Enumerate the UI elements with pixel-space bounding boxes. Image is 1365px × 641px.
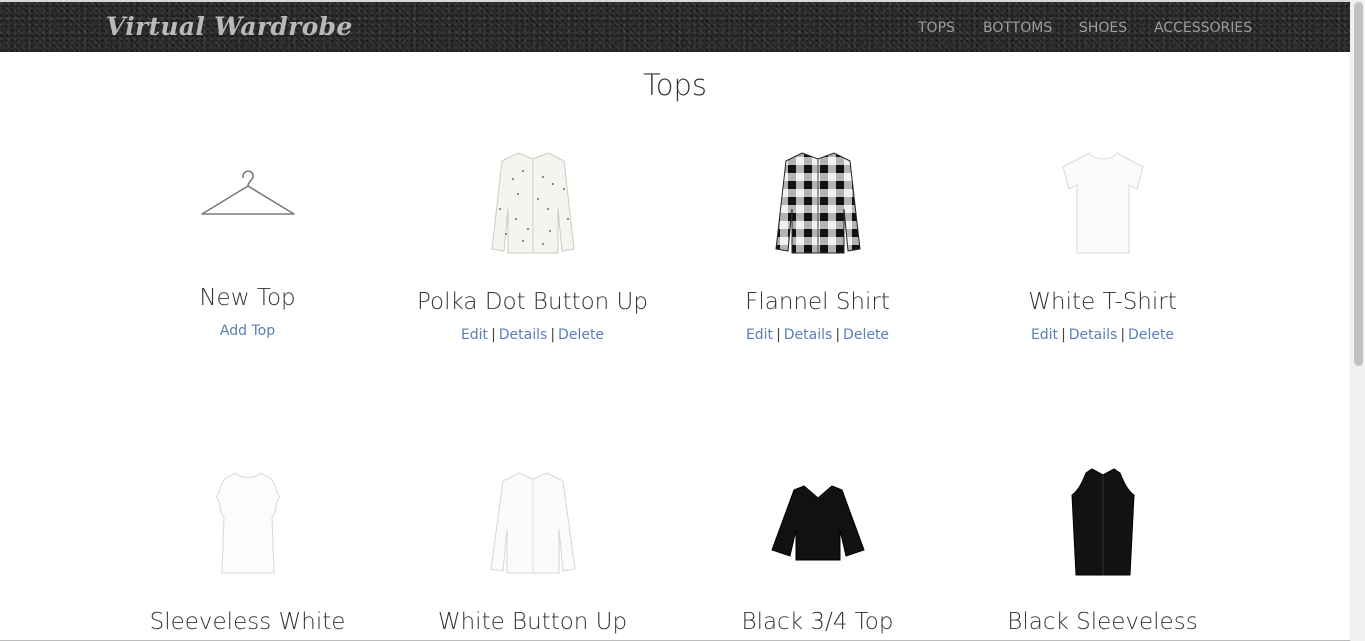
nav-tops[interactable]: TOPS [918, 17, 955, 39]
link-separator: | [776, 327, 781, 343]
delete-link[interactable]: Delete [558, 327, 604, 343]
link-separator: | [1120, 327, 1126, 343]
card-title: Black Sleeveless [1007, 609, 1198, 635]
nav-bottoms[interactable]: BOTTOMS [983, 17, 1052, 39]
hanger-icon[interactable] [105, 165, 390, 220]
page: Virtual Wardrobe TOPS BOTTOMS SHOES ACCE… [0, 0, 1350, 641]
card-title: Flannel Shirt [745, 289, 890, 315]
white-tshirt-icon[interactable] [960, 148, 1245, 258]
polka-dot-shirt-icon[interactable] [390, 148, 675, 258]
details-link[interactable]: Details [499, 327, 548, 343]
delete-link[interactable]: Delete [1128, 327, 1174, 343]
details-link[interactable]: Details [784, 327, 833, 343]
black-sleeveless-top-icon[interactable] [960, 466, 1245, 578]
card-title: Sleeveless White [149, 609, 346, 635]
add-top-link[interactable]: Add Top [220, 323, 275, 339]
delete-link[interactable]: Delete [843, 327, 889, 343]
scrollbar-thumb[interactable] [1354, 2, 1363, 366]
card-links: Add Top [105, 323, 390, 339]
flannel-shirt-icon[interactable] [675, 148, 960, 258]
edit-link[interactable]: Edit [461, 327, 488, 343]
navbar: Virtual Wardrobe TOPS BOTTOMS SHOES ACCE… [0, 2, 1350, 52]
card-title: Polka Dot Button Up [416, 289, 648, 315]
nav-accessories[interactable]: ACCESSORIES [1154, 17, 1252, 39]
card-title: White Button Up [437, 609, 628, 635]
white-button-up-icon[interactable] [390, 468, 675, 578]
card-title: New Top [199, 285, 296, 311]
page-title: Tops [642, 68, 708, 102]
link-separator: | [835, 327, 841, 343]
link-separator: | [1061, 327, 1066, 343]
edit-link[interactable]: Edit [1031, 327, 1058, 343]
card-title: Black 3/4 Top [741, 609, 894, 635]
brand-logo[interactable]: Virtual Wardrobe [106, 10, 353, 44]
link-separator: | [550, 327, 556, 343]
vertical-scrollbar[interactable] [1350, 0, 1365, 641]
card-title: White T-Shirt [1028, 289, 1177, 315]
black-bell-sleeve-top-icon[interactable] [675, 478, 960, 568]
edit-link[interactable]: Edit [746, 327, 773, 343]
card-links: Edit | Details | Delete [960, 327, 1245, 343]
card-links: Edit | Details | Delete [390, 327, 675, 343]
ruffle-top-icon[interactable] [105, 468, 390, 578]
nav-shoes[interactable]: SHOES [1079, 17, 1127, 39]
details-link[interactable]: Details [1069, 327, 1118, 343]
link-separator: | [491, 327, 496, 343]
card-links: Edit | Details | Delete [675, 327, 960, 343]
